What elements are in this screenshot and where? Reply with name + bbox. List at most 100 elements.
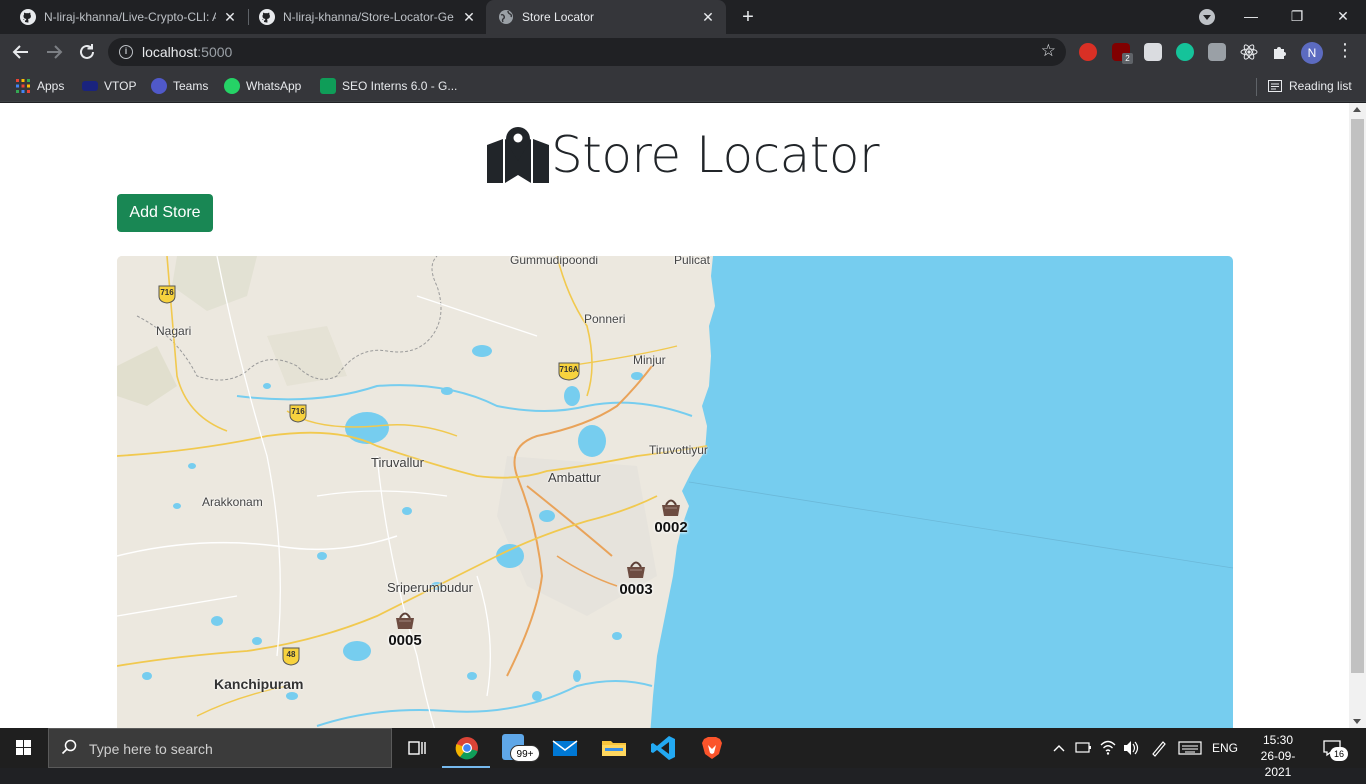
reading-list-label: Reading list xyxy=(1289,79,1352,93)
bookmark-label: Teams xyxy=(173,79,209,93)
store-marker-0002[interactable]: 0002 xyxy=(651,497,691,536)
minimize-button[interactable]: — xyxy=(1228,0,1274,34)
reading-list-button[interactable]: Reading list xyxy=(1267,77,1352,95)
adblock-extension-icon[interactable] xyxy=(1079,43,1097,61)
store-marker-label: 0003 xyxy=(619,581,653,598)
back-button[interactable] xyxy=(9,40,33,64)
language-indicator[interactable]: ENG xyxy=(1212,728,1238,768)
chrome-taskbar-icon[interactable] xyxy=(453,734,481,762)
vtop-icon xyxy=(82,81,98,91)
bookmark-apps[interactable]: Apps xyxy=(15,77,64,95)
new-tab-button[interactable]: + xyxy=(737,6,759,28)
bookmark-teams[interactable]: Teams xyxy=(151,77,208,95)
google-sheets-icon xyxy=(320,78,336,94)
bookmark-whatsapp[interactable]: WhatsApp xyxy=(224,77,301,95)
clock-time: 15:30 xyxy=(1262,733,1294,747)
globe-icon xyxy=(498,9,514,25)
bookmark-label: VTOP xyxy=(104,79,137,93)
bookmark-vtop[interactable]: VTOP xyxy=(82,77,136,95)
page-header: Store Locator xyxy=(485,125,880,185)
tab-search-icon[interactable] xyxy=(1199,9,1215,25)
scroll-up-icon[interactable] xyxy=(1353,107,1361,112)
map-label-nagari: Nagari xyxy=(156,324,192,338)
battery-icon[interactable] xyxy=(1074,728,1092,768)
wifi-icon[interactable] xyxy=(1099,728,1117,768)
search-placeholder: Type here to search xyxy=(89,741,213,757)
map-label-sriperumbudur: Sriperumbudur xyxy=(387,580,473,595)
system-clock[interactable]: 15:30 26-09-2021 xyxy=(1248,732,1308,780)
clock-date: 26-09-2021 xyxy=(1260,749,1296,779)
map-label-ambattur: Ambattur xyxy=(548,470,601,485)
map-label-gummudipoondi: Gummudipoondi xyxy=(510,256,599,267)
tab-live-crypto-cli[interactable]: N-liraj-khanna/Live-Crypto-CLI: A ✕ xyxy=(8,0,248,34)
tab-title: N-liraj-khanna/Live-Crypto-CLI: A xyxy=(44,10,216,24)
tab-close-icon[interactable]: ✕ xyxy=(700,9,716,25)
bookmark-star-icon[interactable]: ☆ xyxy=(1041,41,1056,61)
volume-icon[interactable] xyxy=(1122,728,1140,768)
menu-kebab-icon[interactable]: ⋮ xyxy=(1336,40,1354,61)
store-map[interactable]: Gummudipoondi Pulicat Nagari Ponneri Min… xyxy=(117,256,1233,728)
tray-expand-icon[interactable] xyxy=(1052,728,1066,768)
close-window-button[interactable]: ✕ xyxy=(1320,0,1366,34)
highway-shield-icon: 716 xyxy=(157,284,177,304)
task-view-icon[interactable] xyxy=(402,734,430,762)
tab-close-icon[interactable]: ✕ xyxy=(222,9,238,25)
highway-shield-icon: 48 xyxy=(281,646,301,666)
map-label-arakkonam: Arakkonam xyxy=(202,495,263,509)
react-devtools-icon[interactable] xyxy=(1240,43,1258,61)
grammarly-icon[interactable] xyxy=(1176,43,1194,61)
highway-shield-icon: 716A xyxy=(557,361,581,381)
add-store-button[interactable]: Add Store xyxy=(117,194,213,232)
page-title: Store Locator xyxy=(551,126,880,184)
restore-button[interactable]: ❐ xyxy=(1274,0,1320,34)
map-label-minjur: Minjur xyxy=(633,353,666,367)
extension-icon[interactable] xyxy=(1144,43,1162,61)
github-icon xyxy=(259,9,275,25)
forward-button[interactable] xyxy=(42,40,66,64)
bookmark-label: SEO Interns 6.0 - G... xyxy=(342,79,458,93)
profile-avatar[interactable]: N xyxy=(1301,42,1323,64)
store-marker-0005[interactable]: 0005 xyxy=(385,610,425,649)
page-scrollbar[interactable] xyxy=(1349,103,1366,728)
bookmark-seo-interns[interactable]: SEO Interns 6.0 - G... xyxy=(320,77,457,95)
reload-button[interactable] xyxy=(75,40,99,64)
tab-store-locator[interactable]: Store Locator ✕ xyxy=(486,0,726,34)
file-explorer-icon[interactable] xyxy=(600,734,628,762)
page-viewport: Store Locator Add Store Gummudipoondi Pu… xyxy=(0,103,1349,728)
extension-icon[interactable] xyxy=(1208,43,1226,61)
windows-taskbar: Type here to search 99+ ENG 15:30 26-09-… xyxy=(0,728,1366,779)
bookmark-label: WhatsApp xyxy=(246,79,302,93)
vscode-icon[interactable] xyxy=(649,734,677,762)
search-icon xyxy=(61,739,77,760)
pen-icon[interactable] xyxy=(1150,728,1168,768)
tab-store-locator-github[interactable]: N-liraj-khanna/Store-Locator-Ge ✕ xyxy=(247,0,487,34)
scrollbar-thumb[interactable] xyxy=(1351,119,1364,673)
map-label-pulicat: Pulicat xyxy=(674,256,711,267)
shopping-basket-icon xyxy=(662,499,680,516)
bookmark-label: Apps xyxy=(37,79,65,93)
extensions-puzzle-icon[interactable] xyxy=(1271,43,1289,61)
scroll-down-icon[interactable] xyxy=(1353,719,1361,724)
reading-list-icon xyxy=(1267,78,1283,94)
map-label-ponneri: Ponneri xyxy=(584,312,626,326)
site-info-icon[interactable]: i xyxy=(119,45,133,59)
start-button[interactable] xyxy=(0,728,48,768)
tab-title: N-liraj-khanna/Store-Locator-Ge xyxy=(283,10,454,24)
keyboard-icon[interactable] xyxy=(1178,728,1202,768)
address-bar[interactable]: i localhost:5000 ☆ xyxy=(108,38,1066,66)
highway-shield-icon: 716 xyxy=(288,403,308,423)
store-marker-0003[interactable]: 0003 xyxy=(616,559,656,598)
brave-icon[interactable] xyxy=(698,734,726,762)
map-label-tiruvallur: Tiruvallur xyxy=(371,455,424,470)
extension-badge: 2 xyxy=(1122,53,1133,64)
shopping-basket-icon xyxy=(627,561,645,578)
tab-close-icon[interactable]: ✕ xyxy=(461,9,477,25)
forward-arrow-icon xyxy=(47,45,63,59)
bookmarks-bar: Apps VTOP Teams WhatsApp SEO Interns 6.0… xyxy=(0,70,1366,102)
taskbar-search[interactable]: Type here to search xyxy=(48,728,392,768)
url-text: localhost:5000 xyxy=(142,44,233,60)
mail-icon[interactable] xyxy=(551,734,579,762)
github-icon xyxy=(20,9,36,25)
store-marker-label: 0005 xyxy=(388,632,422,649)
apps-grid-icon xyxy=(15,78,31,94)
